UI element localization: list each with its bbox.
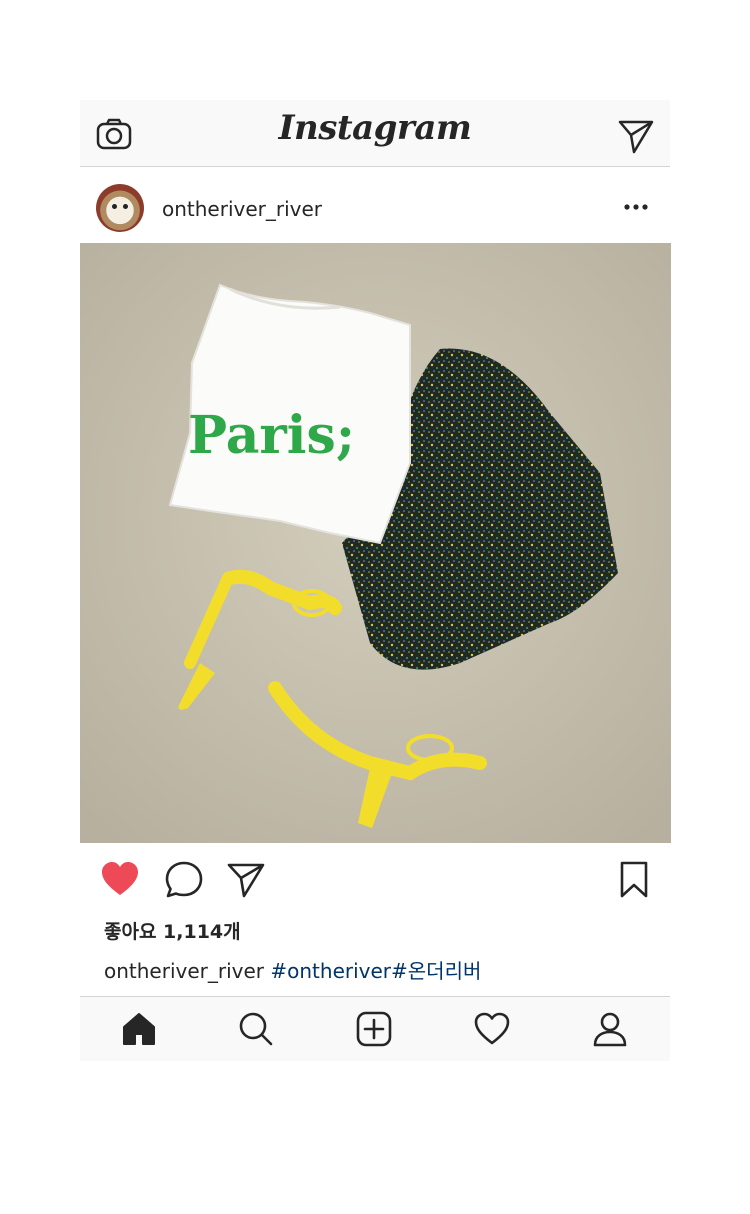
bookmark-icon[interactable]: [614, 860, 654, 900]
heart-filled-icon[interactable]: [100, 860, 140, 900]
search-icon[interactable]: [238, 1011, 274, 1047]
instagram-logo: Instagram: [278, 108, 472, 148]
comment-icon[interactable]: [164, 860, 204, 900]
tshirt: Paris;: [168, 283, 411, 545]
top-bar: Instagram: [80, 100, 670, 167]
post-username[interactable]: ontheriver_river: [162, 197, 322, 221]
paper-plane-icon[interactable]: [618, 118, 654, 154]
post-actions: 좋아요 1,114개 ontheriver_river #ontheriver#…: [80, 843, 670, 993]
post-image[interactable]: Paris;: [80, 243, 671, 843]
caption-hashtags[interactable]: #ontheriver#온더리버: [270, 959, 481, 983]
tshirt-print-text: Paris;: [188, 405, 355, 466]
post-header: ontheriver_river: [80, 167, 670, 243]
post-caption: ontheriver_river #ontheriver#온더리버: [104, 955, 481, 984]
profile-icon[interactable]: [592, 1011, 628, 1047]
caption-username[interactable]: ontheriver_river: [104, 959, 264, 983]
avatar[interactable]: [96, 184, 144, 232]
activity-heart-icon[interactable]: [474, 1011, 510, 1047]
avatar-eye: [123, 204, 128, 209]
share-paper-plane-icon[interactable]: [226, 860, 266, 900]
bottom-nav: [80, 996, 670, 1061]
likes-count[interactable]: 좋아요 1,114개: [104, 917, 241, 944]
home-icon[interactable]: [121, 1011, 157, 1047]
more-dots-icon[interactable]: [622, 197, 650, 217]
avatar-eye: [112, 204, 117, 209]
new-post-icon[interactable]: [356, 1011, 392, 1047]
